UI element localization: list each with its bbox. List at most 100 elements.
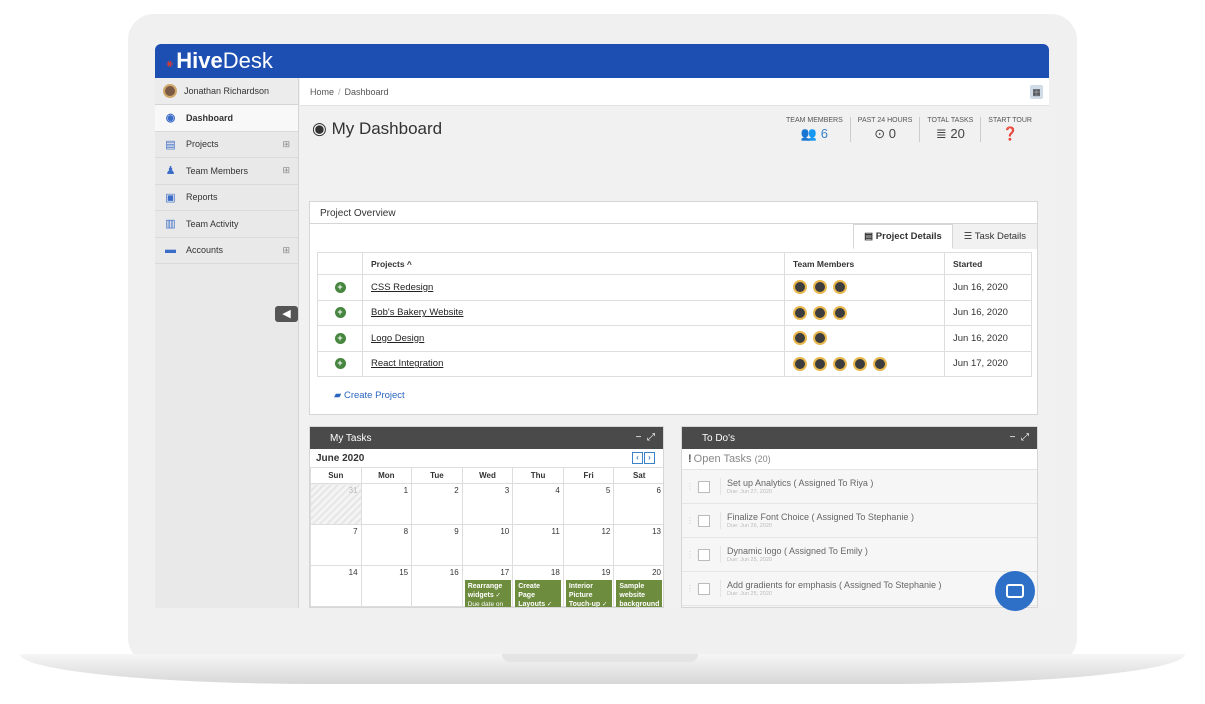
sidebar-item-accounts[interactable]: ▬ Accounts ⊞: [155, 238, 298, 264]
calendar-date: 10: [500, 527, 510, 536]
stat-start-tour[interactable]: START TOUR ❓: [981, 117, 1039, 142]
sidebar-item-projects[interactable]: ▤ Projects ⊞: [155, 132, 298, 158]
table-header-projects[interactable]: Projects ^: [362, 252, 785, 275]
todo-content[interactable]: Add gradients for emphasis ( Assigned To…: [720, 580, 941, 597]
calendar-day[interactable]: 18 Create Page Layouts ✓Due date on Jun 1…: [512, 565, 564, 608]
calendar-date: 9: [454, 527, 459, 536]
avatar[interactable]: [813, 280, 827, 295]
todo-item: ⋮⋮ Finalize Font Choice ( Assigned To Ste…: [682, 503, 1037, 537]
todo-item: ⋮⋮ Set up Analytics ( Assigned To Riya ) D…: [682, 469, 1037, 503]
event-title: Create Page Layouts: [518, 583, 546, 608]
calendar-day[interactable]: 7: [310, 524, 362, 566]
stats-bar: TEAM MEMBERS 👥 6 PAST 24 HOURS ⊙ 0 TOTAL TAS…: [779, 117, 1039, 142]
calendar-day[interactable]: 1: [360, 483, 413, 525]
table-header-started[interactable]: Started: [944, 252, 1032, 275]
calendar-event[interactable]: Interior Picture Touch-up ✓Due date on J…: [565, 580, 612, 608]
avatar[interactable]: [813, 331, 827, 346]
project-link[interactable]: CSS Redesign: [371, 282, 433, 293]
calendar-day[interactable]: 6: [613, 483, 663, 525]
check-icon: ✓: [493, 592, 502, 599]
calendar-day[interactable]: 14: [310, 565, 362, 607]
drag-handle-icon[interactable]: ⋮⋮: [682, 482, 702, 491]
panel-controls[interactable]: − ⤢: [1010, 432, 1029, 443]
expand-row-icon[interactable]: +: [334, 281, 346, 293]
expand-row-icon[interactable]: +: [334, 307, 346, 319]
widgets-icon[interactable]: ▦: [1030, 85, 1043, 99]
project-link[interactable]: React Integration: [371, 358, 443, 369]
calendar-day[interactable]: 10: [461, 524, 514, 566]
calendar-event[interactable]: Sample website background ✓Due date on J…: [616, 580, 663, 607]
calendar-day[interactable]: 11: [512, 524, 564, 566]
chat-launcher-button[interactable]: [995, 571, 1035, 611]
expand-icon[interactable]: ⊞: [282, 245, 290, 256]
avatar[interactable]: [813, 356, 827, 371]
calendar-day[interactable]: 16: [411, 565, 463, 607]
calendar-day[interactable]: 15: [360, 565, 413, 607]
sidebar-item-reports[interactable]: ▣ Reports: [155, 185, 298, 211]
create-project-link[interactable]: ▰ Create Project: [334, 390, 405, 401]
drag-handle-icon[interactable]: ⋮⋮: [682, 550, 702, 559]
collapse-sidebar-button[interactable]: ◀: [275, 306, 298, 322]
todo-content[interactable]: Set up Analytics ( Assigned To Riya ) Due…: [720, 478, 873, 495]
report-icon: ▣: [165, 191, 176, 204]
calendar-day[interactable]: 13: [613, 524, 663, 566]
avatar[interactable]: [793, 280, 807, 295]
breadcrumb-home[interactable]: Home: [310, 87, 334, 97]
project-link[interactable]: Bob's Bakery Website: [371, 307, 463, 318]
calendar-day[interactable]: 5: [562, 483, 615, 525]
todo-checkbox[interactable]: [698, 548, 710, 561]
avatar: [163, 84, 177, 98]
drag-handle-icon[interactable]: ⋮⋮: [682, 584, 702, 593]
calendar-day[interactable]: 20 Sample website background ✓Due date on…: [613, 565, 663, 607]
panel-controls[interactable]: − ⤢: [636, 432, 655, 443]
calendar-grid: Sun Mon Tue Wed Thu Fri Sat 31 1 2 3 4 5 6 7 8 9 10 11 12 1…: [310, 467, 663, 608]
calendar-day[interactable]: 19 Interior Picture Touch-up ✓Due date on…: [562, 565, 615, 608]
todo-checkbox[interactable]: [698, 582, 710, 595]
avatar[interactable]: [873, 356, 887, 371]
calendar-day[interactable]: 2: [411, 483, 463, 525]
todo-checkbox[interactable]: [698, 480, 710, 493]
calendar-day[interactable]: 8: [360, 524, 413, 566]
tab-project-details[interactable]: ▤ Project Details: [853, 224, 953, 249]
expand-icon[interactable]: ⊞: [282, 165, 290, 176]
expand-icon[interactable]: ⊞: [282, 139, 290, 150]
prev-month-button[interactable]: ‹: [632, 452, 643, 464]
tab-task-details[interactable]: ☰ Task Details: [952, 224, 1037, 249]
avatar[interactable]: [833, 280, 847, 295]
avatar[interactable]: [813, 305, 827, 320]
avatar[interactable]: [793, 331, 807, 346]
logo[interactable]: ꘎ Hive Desk: [165, 48, 273, 74]
sidebar-item-team-members[interactable]: ♟ Team Members ⊞: [155, 158, 298, 185]
calendar-day[interactable]: 4: [512, 483, 564, 525]
project-link[interactable]: Logo Design: [371, 333, 424, 344]
todo-content[interactable]: Dynamic logo ( Assigned To Emily ) Due: J…: [720, 546, 868, 563]
stat-past-24-hours: PAST 24 HOURS ⊙ 0: [851, 117, 921, 142]
sidebar-item-dashboard[interactable]: ◉ Dashboard: [155, 105, 298, 132]
calendar-day[interactable]: 31: [310, 483, 362, 525]
drag-handle-icon[interactable]: ⋮⋮: [682, 516, 702, 525]
stat-label: TOTAL TASKS: [927, 117, 974, 124]
calendar-day[interactable]: 9: [411, 524, 463, 566]
avatar[interactable]: [793, 305, 807, 320]
calendar-event[interactable]: Rearrange widgets ✓Due date on Jun 17, 2…: [464, 580, 511, 607]
laptop-notch: [502, 654, 698, 662]
todo-checkbox[interactable]: [698, 514, 710, 527]
expand-row-icon[interactable]: +: [334, 358, 346, 370]
calendar-day[interactable]: 3: [461, 483, 514, 525]
calendar-date: 6: [656, 486, 661, 495]
avatar[interactable]: [833, 356, 847, 371]
avatar[interactable]: [853, 356, 867, 371]
calendar-day[interactable]: 17 Rearrange widgets ✓Due date on Jun 17,…: [461, 565, 514, 607]
expand-cell: +: [317, 299, 363, 326]
user-profile[interactable]: Jonathan Richardson: [155, 78, 298, 105]
todo-content[interactable]: Finalize Font Choice ( Assigned To Steph…: [720, 512, 914, 529]
event-title: Interior Picture Touch-up: [568, 583, 601, 608]
sidebar-item-team-activity[interactable]: ▥ Team Activity: [155, 211, 298, 238]
expand-row-icon[interactable]: +: [334, 332, 346, 344]
avatar[interactable]: [793, 356, 807, 371]
my-tasks-title: My Tasks: [330, 432, 372, 444]
next-month-button[interactable]: ›: [644, 452, 655, 464]
calendar-event[interactable]: Create Page Layouts ✓Due date on Jun 18,: [515, 580, 562, 608]
calendar-day[interactable]: 12: [562, 524, 615, 566]
avatar[interactable]: [833, 305, 847, 320]
